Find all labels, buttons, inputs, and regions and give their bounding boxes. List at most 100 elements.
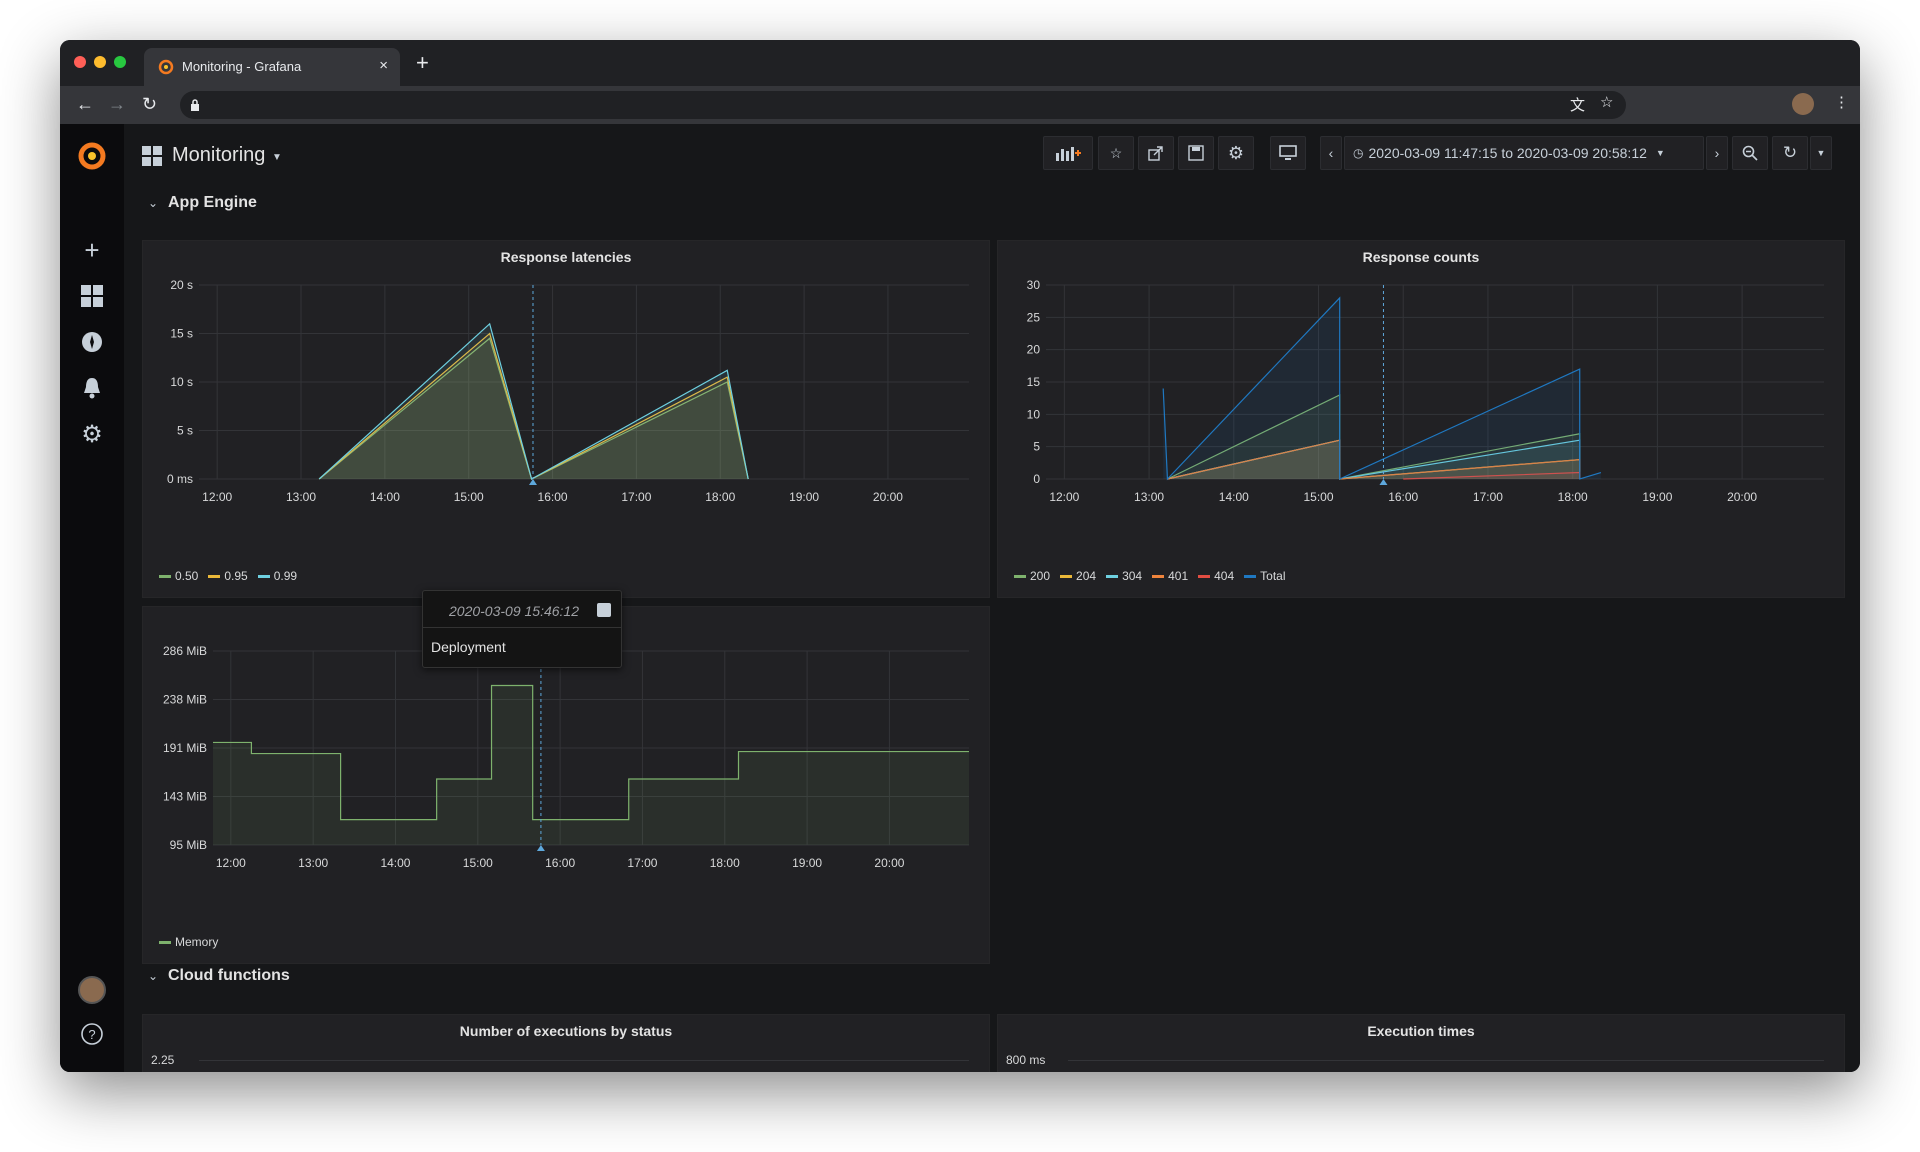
y-axis-tick: 5 s — [177, 424, 193, 438]
legend-item[interactable]: 404 — [1198, 569, 1234, 583]
maximize-window-button[interactable] — [114, 56, 126, 68]
dashboard-title[interactable]: Monitoring — [172, 144, 265, 167]
back-icon[interactable]: ← — [76, 94, 94, 115]
x-axis-tick: 12:00 — [1049, 490, 1079, 504]
y-axis-tick: 10 s — [170, 375, 193, 389]
time-shift-forward-button[interactable]: › — [1706, 136, 1728, 170]
y-axis-tick: 25 — [1027, 310, 1041, 324]
create-plus-icon[interactable]: + — [80, 235, 104, 265]
legend-item[interactable]: 0.95 — [208, 569, 248, 583]
panel-execution-times: Execution times 800 ms — [997, 1014, 1845, 1072]
legend-label: 204 — [1076, 569, 1097, 583]
time-picker-button[interactable]: ◷ 2020-03-09 11:47:15 to 2020-03-09 20:5… — [1344, 136, 1704, 170]
translate-icon[interactable]: 文 — [1570, 94, 1585, 115]
row-collapse-chevron-icon[interactable]: ⌄ — [148, 969, 158, 983]
cycle-view-mode-button[interactable] — [1270, 136, 1306, 170]
browser-tabstrip: Monitoring - Grafana × + — [60, 40, 1860, 86]
legend-item[interactable]: Total — [1244, 569, 1286, 583]
legend-item[interactable]: 304 — [1106, 569, 1142, 583]
panel-response-counts: Response counts 30 25 20 15 10 5 0 12:00 13:00 14… — [997, 240, 1845, 598]
refresh-button[interactable]: ↻ — [1772, 136, 1808, 170]
grafana-logo-icon[interactable] — [76, 140, 108, 172]
dashboards-icon[interactable] — [80, 284, 104, 308]
panel-title[interactable]: Execution times — [998, 1023, 1844, 1039]
panel-title[interactable]: Number of executions by status — [143, 1023, 989, 1039]
time-picker-caret-icon: ▼ — [1655, 148, 1665, 158]
response-latencies-graph[interactable]: 20 s 15 s 10 s 5 s 0 ms 12:00 13:00 14:00 15:00 1… — [143, 271, 991, 571]
x-axis-tick: 16:00 — [538, 490, 568, 504]
add-panel-icon — [1056, 147, 1081, 161]
dashboard-title-caret-icon[interactable]: ▼ — [272, 152, 282, 163]
save-icon — [1188, 145, 1204, 161]
series-area-memory — [213, 685, 969, 845]
grafana-app: + ⚙ ? Monitoring ▼ ☆ ⚙ ‹ ◷ 2020-03-09 11… — [60, 124, 1860, 1072]
share-icon — [1148, 146, 1163, 161]
legend-swatch — [159, 574, 171, 578]
legend-item[interactable]: 0.50 — [159, 569, 198, 583]
close-window-button[interactable] — [74, 56, 86, 68]
chevron-right-icon: › — [1714, 145, 1720, 161]
legend-swatch — [257, 574, 270, 578]
x-axis-tick: 16:00 — [545, 856, 575, 870]
minimize-window-button[interactable] — [94, 56, 106, 68]
x-axis-tick: 13:00 — [1134, 490, 1164, 504]
explore-compass-icon[interactable] — [80, 330, 104, 354]
legend-swatch — [208, 574, 221, 578]
tab-close-icon[interactable]: × — [379, 57, 388, 74]
alerting-bell-icon[interactable] — [80, 376, 104, 400]
share-dashboard-button[interactable] — [1138, 136, 1174, 170]
y-axis-tick: 800 ms — [1006, 1053, 1046, 1067]
time-range-label: 2020-03-09 11:47:15 to 2020-03-09 20:58:… — [1368, 145, 1647, 161]
legend-item[interactable]: 204 — [1060, 569, 1096, 583]
edit-annotation-icon[interactable] — [597, 603, 611, 617]
legend-label: Memory — [175, 935, 219, 949]
legend-swatch — [159, 940, 171, 944]
x-axis-tick: 13:00 — [286, 490, 316, 504]
add-panel-button[interactable] — [1043, 136, 1093, 170]
legend-item[interactable]: 200 — [1014, 569, 1050, 583]
y-axis-tick: 0 — [1033, 472, 1040, 486]
browser-toolbar: ← → ↻ 文 ☆ ⋮ — [60, 86, 1860, 124]
browser-menu-icon[interactable]: ⋮ — [1834, 93, 1849, 111]
reload-icon[interactable]: ↻ — [142, 94, 157, 115]
address-bar[interactable] — [180, 91, 1626, 119]
row-collapse-chevron-icon[interactable]: ⌄ — [148, 196, 158, 210]
y-axis-tick: 10 — [1027, 407, 1041, 421]
time-shift-back-button[interactable]: ‹ — [1320, 136, 1342, 170]
memory-usage-graph[interactable]: 286 MiB 238 MiB 191 MiB 143 MiB 95 MiB 12:00 1… — [143, 637, 991, 937]
response-counts-graph[interactable]: 30 25 20 15 10 5 0 12:00 13:00 14:00 15:00 16:00 17:… — [998, 271, 1846, 571]
star-dashboard-button[interactable]: ☆ — [1098, 136, 1134, 170]
profile-avatar[interactable] — [1792, 93, 1814, 115]
dashboard-settings-button[interactable]: ⚙ — [1218, 136, 1254, 170]
help-icon[interactable]: ? — [80, 1022, 104, 1046]
row-title-cloud-functions[interactable]: Cloud functions — [168, 967, 290, 985]
browser-tab[interactable]: Monitoring - Grafana × — [144, 48, 400, 86]
bookmark-star-icon[interactable]: ☆ — [1600, 93, 1613, 111]
panel-title[interactable]: Response latencies — [143, 249, 989, 265]
legend-label: 0.95 — [224, 569, 248, 583]
legend-item[interactable]: Memory — [159, 935, 218, 949]
side-menu: + ⚙ ? — [60, 124, 124, 1072]
forward-icon[interactable]: → — [108, 94, 126, 115]
annotation-tooltip: 2020-03-09 15:46:12 Deployment — [422, 590, 622, 668]
row-title-app-engine[interactable]: App Engine — [168, 194, 257, 212]
panel-title[interactable]: Response counts — [998, 249, 1844, 265]
configuration-gear-icon[interactable]: ⚙ — [80, 421, 104, 448]
user-avatar[interactable] — [78, 976, 106, 1004]
y-axis-tick: 95 MiB — [170, 838, 207, 852]
zoom-out-button[interactable] — [1732, 136, 1768, 170]
refresh-interval-button[interactable]: ▼ — [1810, 136, 1832, 170]
x-axis-tick: 12:00 — [216, 856, 246, 870]
x-axis-tick: 17:00 — [627, 856, 657, 870]
x-axis-tick: 15:00 — [1303, 490, 1333, 504]
save-dashboard-button[interactable] — [1178, 136, 1214, 170]
x-axis-tick: 18:00 — [705, 490, 735, 504]
legend-item[interactable]: 401 — [1152, 569, 1188, 583]
legend-item[interactable]: 0.99 — [257, 569, 297, 583]
legend-swatch — [1152, 574, 1165, 578]
new-tab-button[interactable]: + — [416, 50, 429, 76]
legend-label: 401 — [1168, 569, 1189, 583]
y-axis-tick: 2.25 — [151, 1053, 175, 1067]
y-axis-tick: 0 ms — [167, 472, 193, 486]
y-axis-tick: 15 — [1027, 375, 1041, 389]
